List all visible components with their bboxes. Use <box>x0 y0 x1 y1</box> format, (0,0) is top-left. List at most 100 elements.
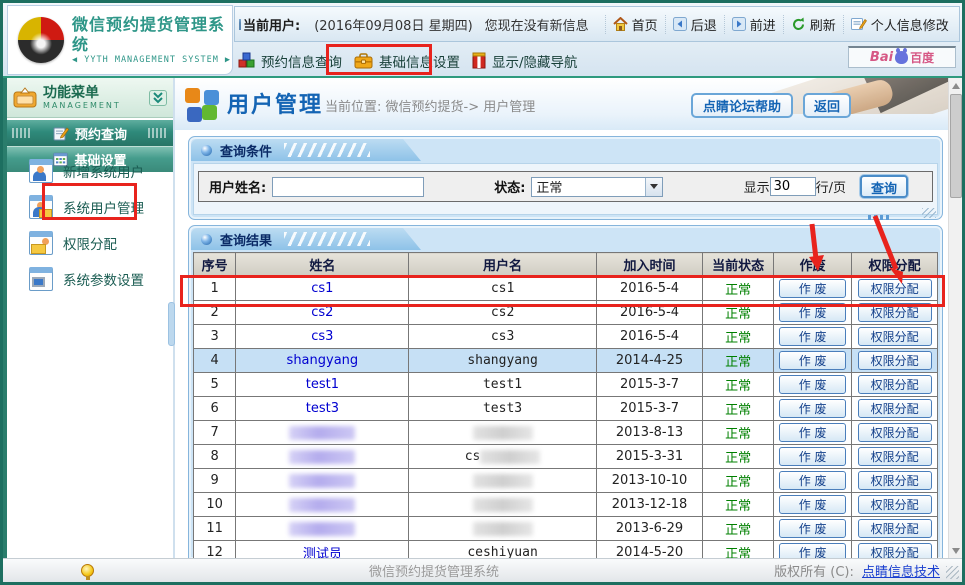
invalidate-button[interactable]: 作 废 <box>779 279 847 298</box>
cell-assign: 权限分配 <box>852 373 938 397</box>
cell-invalidate: 作 废 <box>773 277 852 301</box>
assign-permission-button[interactable]: 权限分配 <box>858 519 932 538</box>
assign-permission-button[interactable]: 权限分配 <box>858 399 932 418</box>
assign-permission-button[interactable]: 权限分配 <box>858 375 932 394</box>
sidebar-item-manage-users[interactable]: 系统用户管理 <box>7 189 173 225</box>
cell-username: cs2 <box>409 301 596 325</box>
sidebar-item-system-params[interactable]: 系统参数设置 <box>7 261 173 297</box>
copyright-text: 版权所有 (C): <box>774 565 854 580</box>
cell-assign: 权限分配 <box>852 541 938 559</box>
sidebar-group-reservation-query[interactable]: 预约查询 <box>7 120 173 146</box>
window-resize-grip[interactable] <box>946 566 959 579</box>
col-header-username: 用户名 <box>409 253 596 277</box>
user-name-link[interactable]: 测试员 <box>303 547 342 558</box>
invalidate-button[interactable]: 作 废 <box>779 447 847 466</box>
back-link[interactable]: 后退 <box>665 15 724 34</box>
username-text: cs <box>465 449 481 464</box>
cell-name[interactable]: cs2 <box>236 301 409 325</box>
assign-permission-button[interactable]: 权限分配 <box>858 279 932 298</box>
sidebar: 功能菜单 MANAGEMENT 预约查询 <box>3 78 175 558</box>
assign-permission-button[interactable]: 权限分配 <box>858 351 932 370</box>
cell-name[interactable]: shangyang <box>236 349 409 373</box>
sidebar-nav: 新增系统用户 系统用户管理 权限分配 系统参数设置 <box>7 153 173 297</box>
cell-username <box>409 493 596 517</box>
assign-permission-button[interactable]: 权限分配 <box>858 495 932 514</box>
user-name-link[interactable]: cs3 <box>311 329 333 344</box>
invalidate-button[interactable]: 作 废 <box>779 399 847 418</box>
cell-invalidate: 作 废 <box>773 493 852 517</box>
query-results-tab: 查询结果 <box>191 228 421 250</box>
forum-help-button[interactable]: 点睛论坛帮助 <box>691 93 793 118</box>
scroll-up-button[interactable] <box>949 78 963 92</box>
cell-name[interactable]: cs3 <box>236 325 409 349</box>
scroll-down-button[interactable] <box>949 544 963 558</box>
assign-permission-button[interactable]: 权限分配 <box>858 447 932 466</box>
user-management-icon <box>185 88 219 122</box>
invalidate-button[interactable]: 作 废 <box>779 327 847 346</box>
assign-permission-button[interactable]: 权限分配 <box>858 471 932 490</box>
content-scrollbar[interactable] <box>948 78 962 558</box>
cell-name[interactable]: cs1 <box>236 277 409 301</box>
col-header-assign: 权限分配 <box>852 253 938 277</box>
cell-username: cs <box>409 445 596 469</box>
cell-name[interactable]: 测试员 <box>236 541 409 559</box>
assign-permission-button[interactable]: 权限分配 <box>858 423 932 442</box>
scrollbar-thumb[interactable] <box>950 94 962 198</box>
message-status[interactable]: 您现在没有新信息 <box>485 15 589 34</box>
invalidate-button[interactable]: 作 废 <box>779 519 847 538</box>
sidebar-item-system-params-label: 系统参数设置 <box>63 269 144 289</box>
username-text: cs3 <box>491 329 514 344</box>
nav-basic-settings-label: 基础信息设置 <box>379 51 460 71</box>
invalidate-button[interactable]: 作 废 <box>779 471 847 490</box>
add-user-icon <box>29 159 53 183</box>
copyright-link[interactable]: 点睛信息技术 <box>862 565 940 580</box>
assign-permission-button[interactable]: 权限分配 <box>858 327 932 346</box>
home-label: 首页 <box>632 15 658 34</box>
user-name-link[interactable]: cs2 <box>311 305 333 320</box>
breadcrumb: 当前位置: 微信预约提货-> 用户管理 <box>325 96 535 115</box>
refresh-link[interactable]: 刷新 <box>783 15 843 34</box>
rows-per-page-input[interactable] <box>770 177 816 196</box>
invalidate-button[interactable]: 作 废 <box>779 351 847 370</box>
nav-basic-settings[interactable]: 基础信息设置 <box>354 51 460 71</box>
sidebar-item-add-user[interactable]: 新增系统用户 <box>7 153 173 189</box>
user-name-input[interactable] <box>272 177 424 197</box>
return-button[interactable]: 返回 <box>803 93 851 118</box>
status-select[interactable]: 正常 <box>531 177 663 197</box>
invalidate-button[interactable]: 作 废 <box>779 303 847 322</box>
cell-no: 6 <box>194 397 236 421</box>
cell-username: test3 <box>409 397 596 421</box>
current-user-label: 当前用户: <box>243 15 300 34</box>
sidebar-scrollbar[interactable] <box>168 302 175 346</box>
invalidate-button[interactable]: 作 废 <box>779 543 847 558</box>
user-name-link[interactable]: test3 <box>306 401 339 416</box>
cell-name[interactable]: test1 <box>236 373 409 397</box>
panel-resize-grip[interactable] <box>922 208 936 218</box>
back-icon <box>673 17 687 31</box>
user-name-link[interactable]: test1 <box>306 377 339 392</box>
user-name-link[interactable]: cs1 <box>311 281 333 296</box>
sidebar-item-permission[interactable]: 权限分配 <box>7 225 173 261</box>
sidebar-item-add-user-label: 新增系统用户 <box>63 161 144 181</box>
home-link[interactable]: 首页 <box>605 15 665 34</box>
nav-toggle-navigation[interactable]: 显示/隐藏导航 <box>472 51 578 71</box>
assign-permission-button[interactable]: 权限分配 <box>858 543 932 558</box>
cell-name[interactable]: test3 <box>236 397 409 421</box>
invalidate-button[interactable]: 作 废 <box>779 375 847 394</box>
user-name-label: 用户姓名: <box>209 177 266 196</box>
user-name-link[interactable]: shangyang <box>287 353 359 368</box>
invalidate-button[interactable]: 作 废 <box>779 495 847 514</box>
panel-resize-dots[interactable] <box>868 215 890 220</box>
cell-status: 正常 <box>703 493 773 517</box>
query-form-row: 用户姓名: 状态: 正常 显示 行/页 查询 <box>198 171 933 202</box>
baidu-search-box[interactable]: Bai 百度 <box>848 46 956 68</box>
invalidate-button[interactable]: 作 废 <box>779 423 847 442</box>
search-button[interactable]: 查询 <box>860 175 908 198</box>
forward-link[interactable]: 前进 <box>724 15 783 34</box>
nav-reservation-query[interactable]: 预约信息查询 <box>238 51 342 71</box>
current-date: (2016年09月08日 星期四) <box>314 15 472 34</box>
assign-permission-button[interactable]: 权限分配 <box>858 303 932 322</box>
edit-profile-link[interactable]: 个人信息修改 <box>843 15 956 34</box>
collapse-menu-button[interactable] <box>149 90 167 106</box>
cell-username <box>409 469 596 493</box>
